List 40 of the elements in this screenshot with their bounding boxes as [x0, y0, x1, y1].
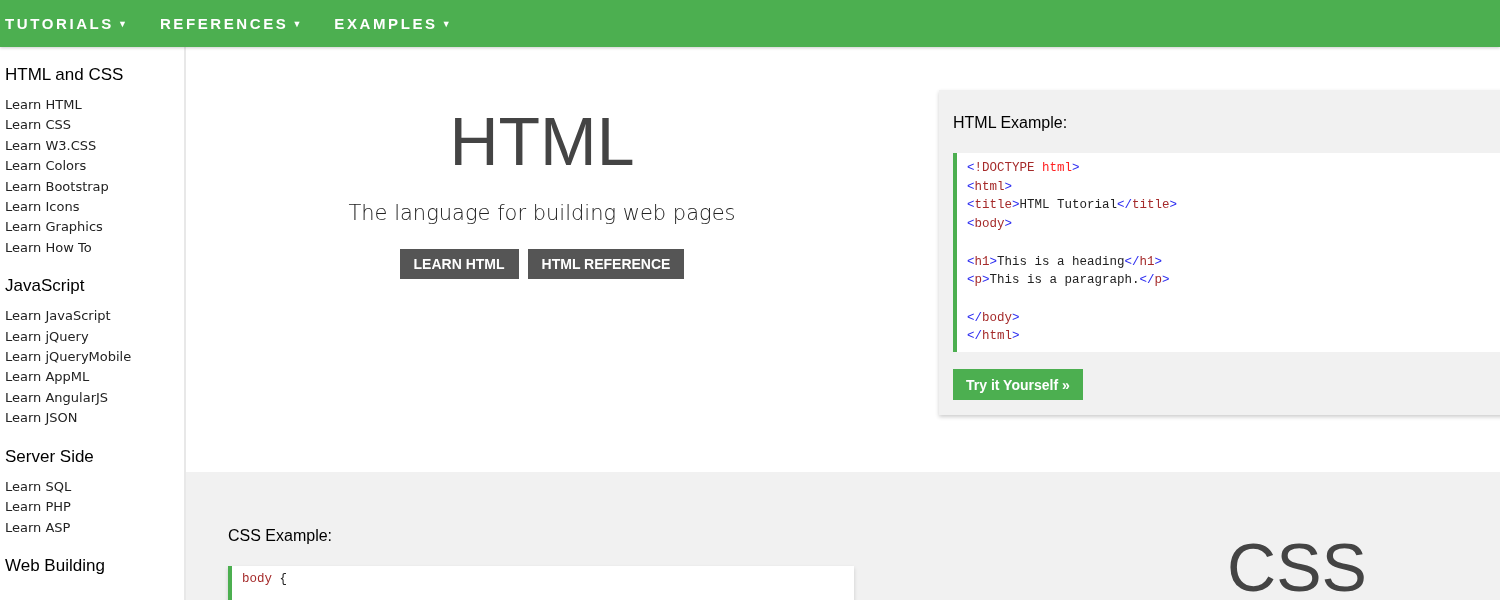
sidebar-link[interactable]: Learn Colors	[5, 156, 87, 177]
sidebar-link[interactable]: Learn Graphics	[5, 217, 103, 238]
link-button[interactable]: HTML REFERENCE	[527, 248, 685, 279]
caret-icon: ▼	[292, 19, 302, 29]
sidebar-link[interactable]: Learn ASP	[5, 517, 71, 538]
sidebar-heading: JavaScript	[5, 276, 86, 297]
sidebar-link[interactable]: Learn AppML	[5, 367, 90, 388]
code-line: </html>	[967, 328, 1020, 346]
code-line: <h1>This is a heading</h1>	[967, 253, 1163, 271]
sidebar-link[interactable]: Learn CSS	[5, 115, 72, 136]
sidebar-link[interactable]: Learn Icons	[5, 197, 80, 218]
sidebar-link[interactable]: Learn SQL	[5, 476, 72, 498]
sidebar-link[interactable]: Learn Bootstrap	[5, 176, 109, 198]
code-line: body {	[242, 571, 288, 588]
sidebar-link[interactable]: Learn W3.CSS	[5, 135, 97, 157]
sidebar-heading: Web Building	[5, 555, 106, 576]
example-heading: HTML Example:	[953, 114, 1069, 132]
code-line: <!DOCTYPE html>	[967, 160, 1080, 177]
caret-icon: ▼	[117, 19, 127, 29]
sidebar-link[interactable]: Learn HTML	[5, 95, 82, 116]
hero-title: HTML	[449, 104, 635, 179]
caret-icon: ▼	[441, 19, 451, 29]
sidebar-link[interactable]: Learn How To	[5, 237, 92, 259]
code-line: <html>	[967, 178, 1013, 196]
sidebar-link[interactable]: Learn JavaScript	[5, 306, 111, 327]
link-button[interactable]: LEARN HTML	[399, 248, 519, 279]
sidebar-link[interactable]: Learn jQueryMobile	[5, 347, 132, 368]
code-line: <body>	[967, 216, 1013, 234]
example-heading: CSS Example:	[228, 527, 334, 545]
hero-subtitle: The language for building web pages	[348, 200, 736, 225]
code-line: </body>	[967, 309, 1020, 327]
sidebar-heading: Server Side	[5, 446, 95, 467]
sidebar-link[interactable]: Learn AngularJS	[5, 387, 109, 409]
sidebar-link[interactable]: Learn PHP	[5, 497, 71, 518]
sidebar-link[interactable]: Learn JSON	[5, 408, 78, 429]
hero-title: CSS	[1227, 530, 1367, 600]
code-line: <p>This is a paragraph.</p>	[967, 272, 1170, 290]
sidebar-link[interactable]: Learn jQuery	[5, 326, 89, 348]
code-line: <title>HTML Tutorial</title>	[967, 197, 1178, 215]
sidebar-heading: HTML and CSS	[5, 65, 125, 85]
